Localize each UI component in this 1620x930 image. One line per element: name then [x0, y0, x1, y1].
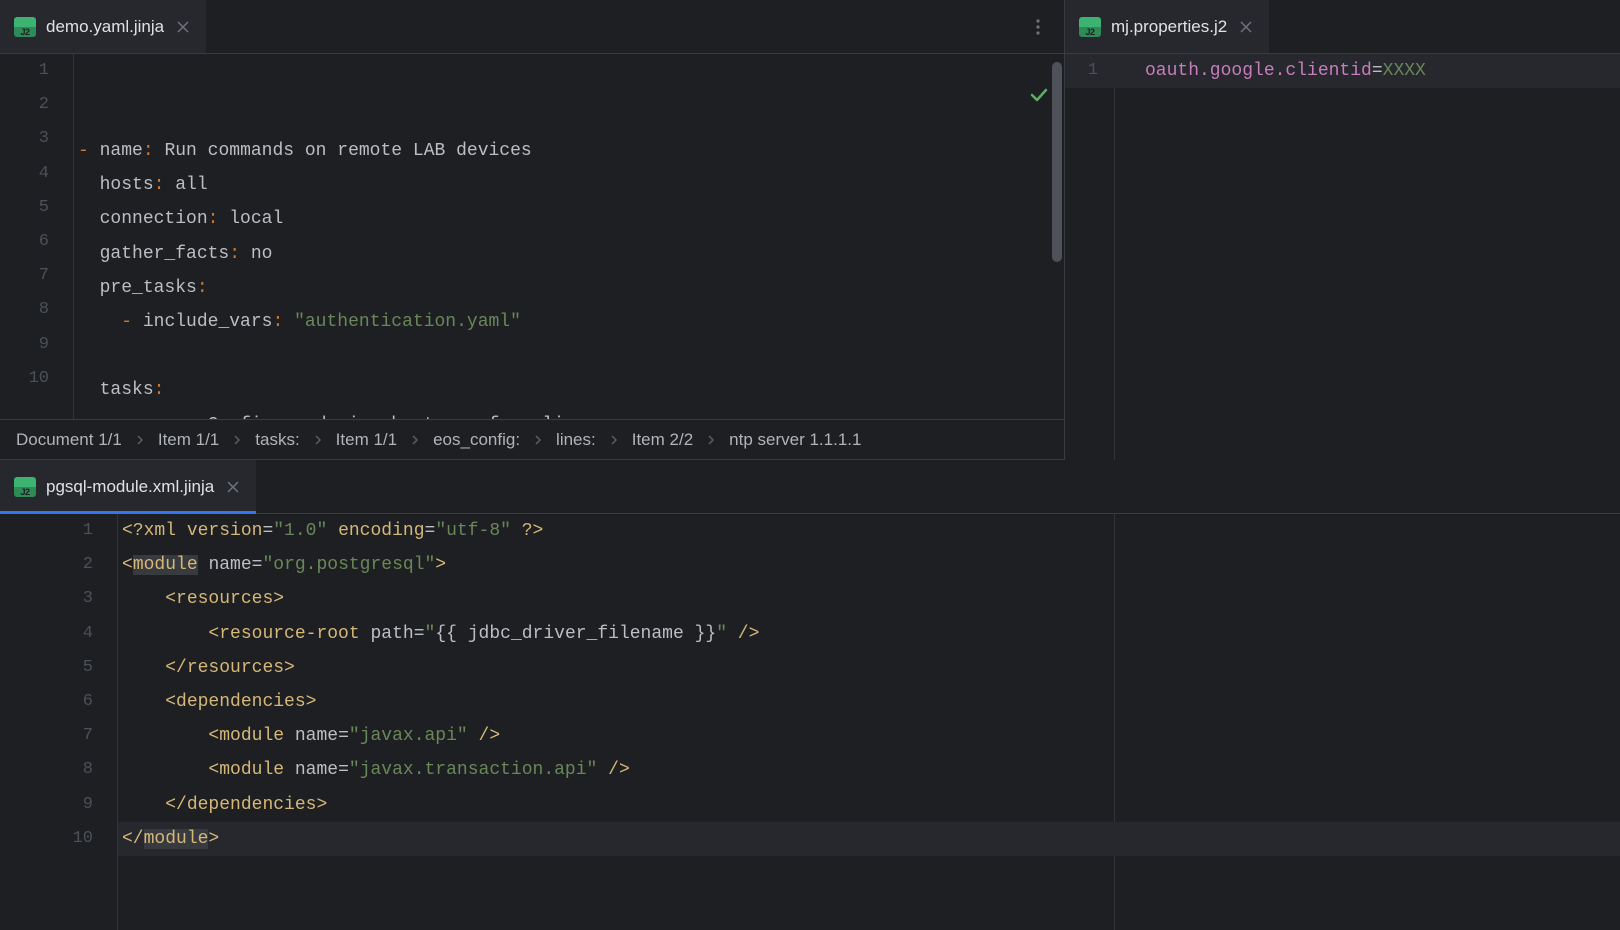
- breadcrumb-item[interactable]: Item 2/2: [628, 430, 697, 450]
- chevron-right-icon: [524, 434, 552, 446]
- code-area[interactable]: - name: Run commands on remote LAB devic…: [74, 54, 1064, 419]
- editor-pane-top-left: J2 demo.yaml.jinja 12345678910 - name: R…: [0, 0, 1065, 460]
- code-line[interactable]: </module>: [122, 822, 1620, 856]
- tab-mj-properties-j2[interactable]: J2 mj.properties.j2: [1065, 0, 1269, 53]
- jinja-file-icon: J2: [14, 476, 36, 498]
- tab-bar-top-left: J2 demo.yaml.jinja: [0, 0, 1064, 54]
- checkmark-icon[interactable]: [942, 64, 1050, 132]
- line-number: 6: [0, 225, 49, 259]
- breadcrumb-item[interactable]: ntp server 1.1.1.1: [725, 430, 865, 450]
- tab-bar-bottom: J2 pgsql-module.xml.jinja: [0, 460, 1620, 514]
- line-number: 3: [0, 122, 49, 156]
- tab-pgsql-module-xml-jinja[interactable]: J2 pgsql-module.xml.jinja: [0, 460, 256, 513]
- breadcrumb-item[interactable]: eos_config:: [429, 430, 524, 450]
- line-number: 3: [0, 582, 93, 616]
- code-line[interactable]: <dependencies>: [122, 685, 1620, 719]
- chevron-right-icon: [223, 434, 251, 446]
- code-area[interactable]: <?xml version="1.0" encoding="utf-8" ?><…: [118, 514, 1620, 930]
- jinja-file-icon: J2: [14, 16, 36, 38]
- close-icon[interactable]: [1237, 18, 1255, 36]
- editor-body[interactable]: 12345678910 <?xml version="1.0" encoding…: [0, 514, 1620, 930]
- code-line[interactable]: <module name="org.postgresql">: [122, 548, 1620, 582]
- line-number: 2: [0, 88, 49, 122]
- code-line[interactable]: [78, 339, 1064, 373]
- gutter: 12345678910: [0, 54, 74, 419]
- code-line[interactable]: </dependencies>: [122, 788, 1620, 822]
- code-line[interactable]: hosts: all: [78, 168, 1064, 202]
- code-line[interactable]: - include_vars: "authentication.yaml": [78, 305, 1064, 339]
- code-line[interactable]: gather_facts: no: [78, 237, 1064, 271]
- editor-body[interactable]: 12345678910 - name: Run commands on remo…: [0, 54, 1064, 419]
- line-number: 10: [0, 362, 49, 396]
- line-number: 6: [0, 685, 93, 719]
- gutter: 12345678910: [0, 514, 118, 930]
- code-line[interactable]: <?xml version="1.0" encoding="utf-8" ?>: [122, 514, 1620, 548]
- line-number: 7: [0, 259, 49, 293]
- scrollbar-vertical[interactable]: [1052, 62, 1062, 262]
- code-line[interactable]: </resources>: [122, 651, 1620, 685]
- code-line[interactable]: <resource-root path="{{ jdbc_driver_file…: [122, 617, 1620, 651]
- line-number: 9: [0, 328, 49, 362]
- chevron-right-icon: [304, 434, 332, 446]
- code-line[interactable]: <module name="javax.api" />: [122, 719, 1620, 753]
- line-number: 7: [0, 719, 93, 753]
- line-number: 4: [0, 617, 93, 651]
- chevron-right-icon: [600, 434, 628, 446]
- line-number: 5: [0, 191, 49, 225]
- line-number: 5: [0, 651, 93, 685]
- tab-label: mj.properties.j2: [1111, 17, 1227, 37]
- tab-label: demo.yaml.jinja: [46, 17, 164, 37]
- line-number: 1: [1065, 54, 1098, 88]
- tab-bar-right: J2 mj.properties.j2: [1065, 0, 1620, 54]
- more-icon[interactable]: [1028, 17, 1048, 37]
- breadcrumb-item[interactable]: tasks:: [251, 430, 303, 450]
- code-line[interactable]: tasks:: [78, 373, 1064, 407]
- editor-pane-bottom: J2 pgsql-module.xml.jinja 12345678910 <?…: [0, 460, 1620, 930]
- breadcrumb-item[interactable]: lines:: [552, 430, 600, 450]
- breadcrumb-item[interactable]: Document 1/1: [12, 430, 126, 450]
- close-icon[interactable]: [224, 478, 242, 496]
- line-number: 4: [0, 157, 49, 191]
- line-number: 1: [0, 54, 49, 88]
- breadcrumb-item[interactable]: Item 1/1: [154, 430, 223, 450]
- tab-demo-yaml-jinja[interactable]: J2 demo.yaml.jinja: [0, 0, 206, 53]
- code-line[interactable]: oauth.google.clientid=XXXX: [1145, 54, 1620, 88]
- jinja-file-icon: J2: [1079, 16, 1101, 38]
- code-line[interactable]: <module name="javax.transaction.api" />: [122, 753, 1620, 787]
- line-number: 8: [0, 293, 49, 327]
- code-line[interactable]: <resources>: [122, 582, 1620, 616]
- breadcrumb-item[interactable]: Item 1/1: [332, 430, 401, 450]
- chevron-right-icon: [401, 434, 429, 446]
- line-number: 9: [0, 788, 93, 822]
- chevron-right-icon: [697, 434, 725, 446]
- line-number: 1: [0, 514, 93, 548]
- code-line[interactable]: - name: Configure device hostname from l…: [78, 408, 1064, 420]
- code-line[interactable]: - name: Run commands on remote LAB devic…: [78, 134, 1064, 168]
- line-number: 8: [0, 753, 93, 787]
- breadcrumbs: Document 1/1 Item 1/1 tasks: Item 1/1 eos_co…: [0, 419, 1064, 459]
- code-line[interactable]: connection: local: [78, 202, 1064, 236]
- line-number: 10: [0, 822, 93, 856]
- close-icon[interactable]: [174, 18, 192, 36]
- line-number: 2: [0, 548, 93, 582]
- chevron-right-icon: [126, 434, 154, 446]
- code-line[interactable]: pre_tasks:: [78, 271, 1064, 305]
- tab-label: pgsql-module.xml.jinja: [46, 477, 214, 497]
